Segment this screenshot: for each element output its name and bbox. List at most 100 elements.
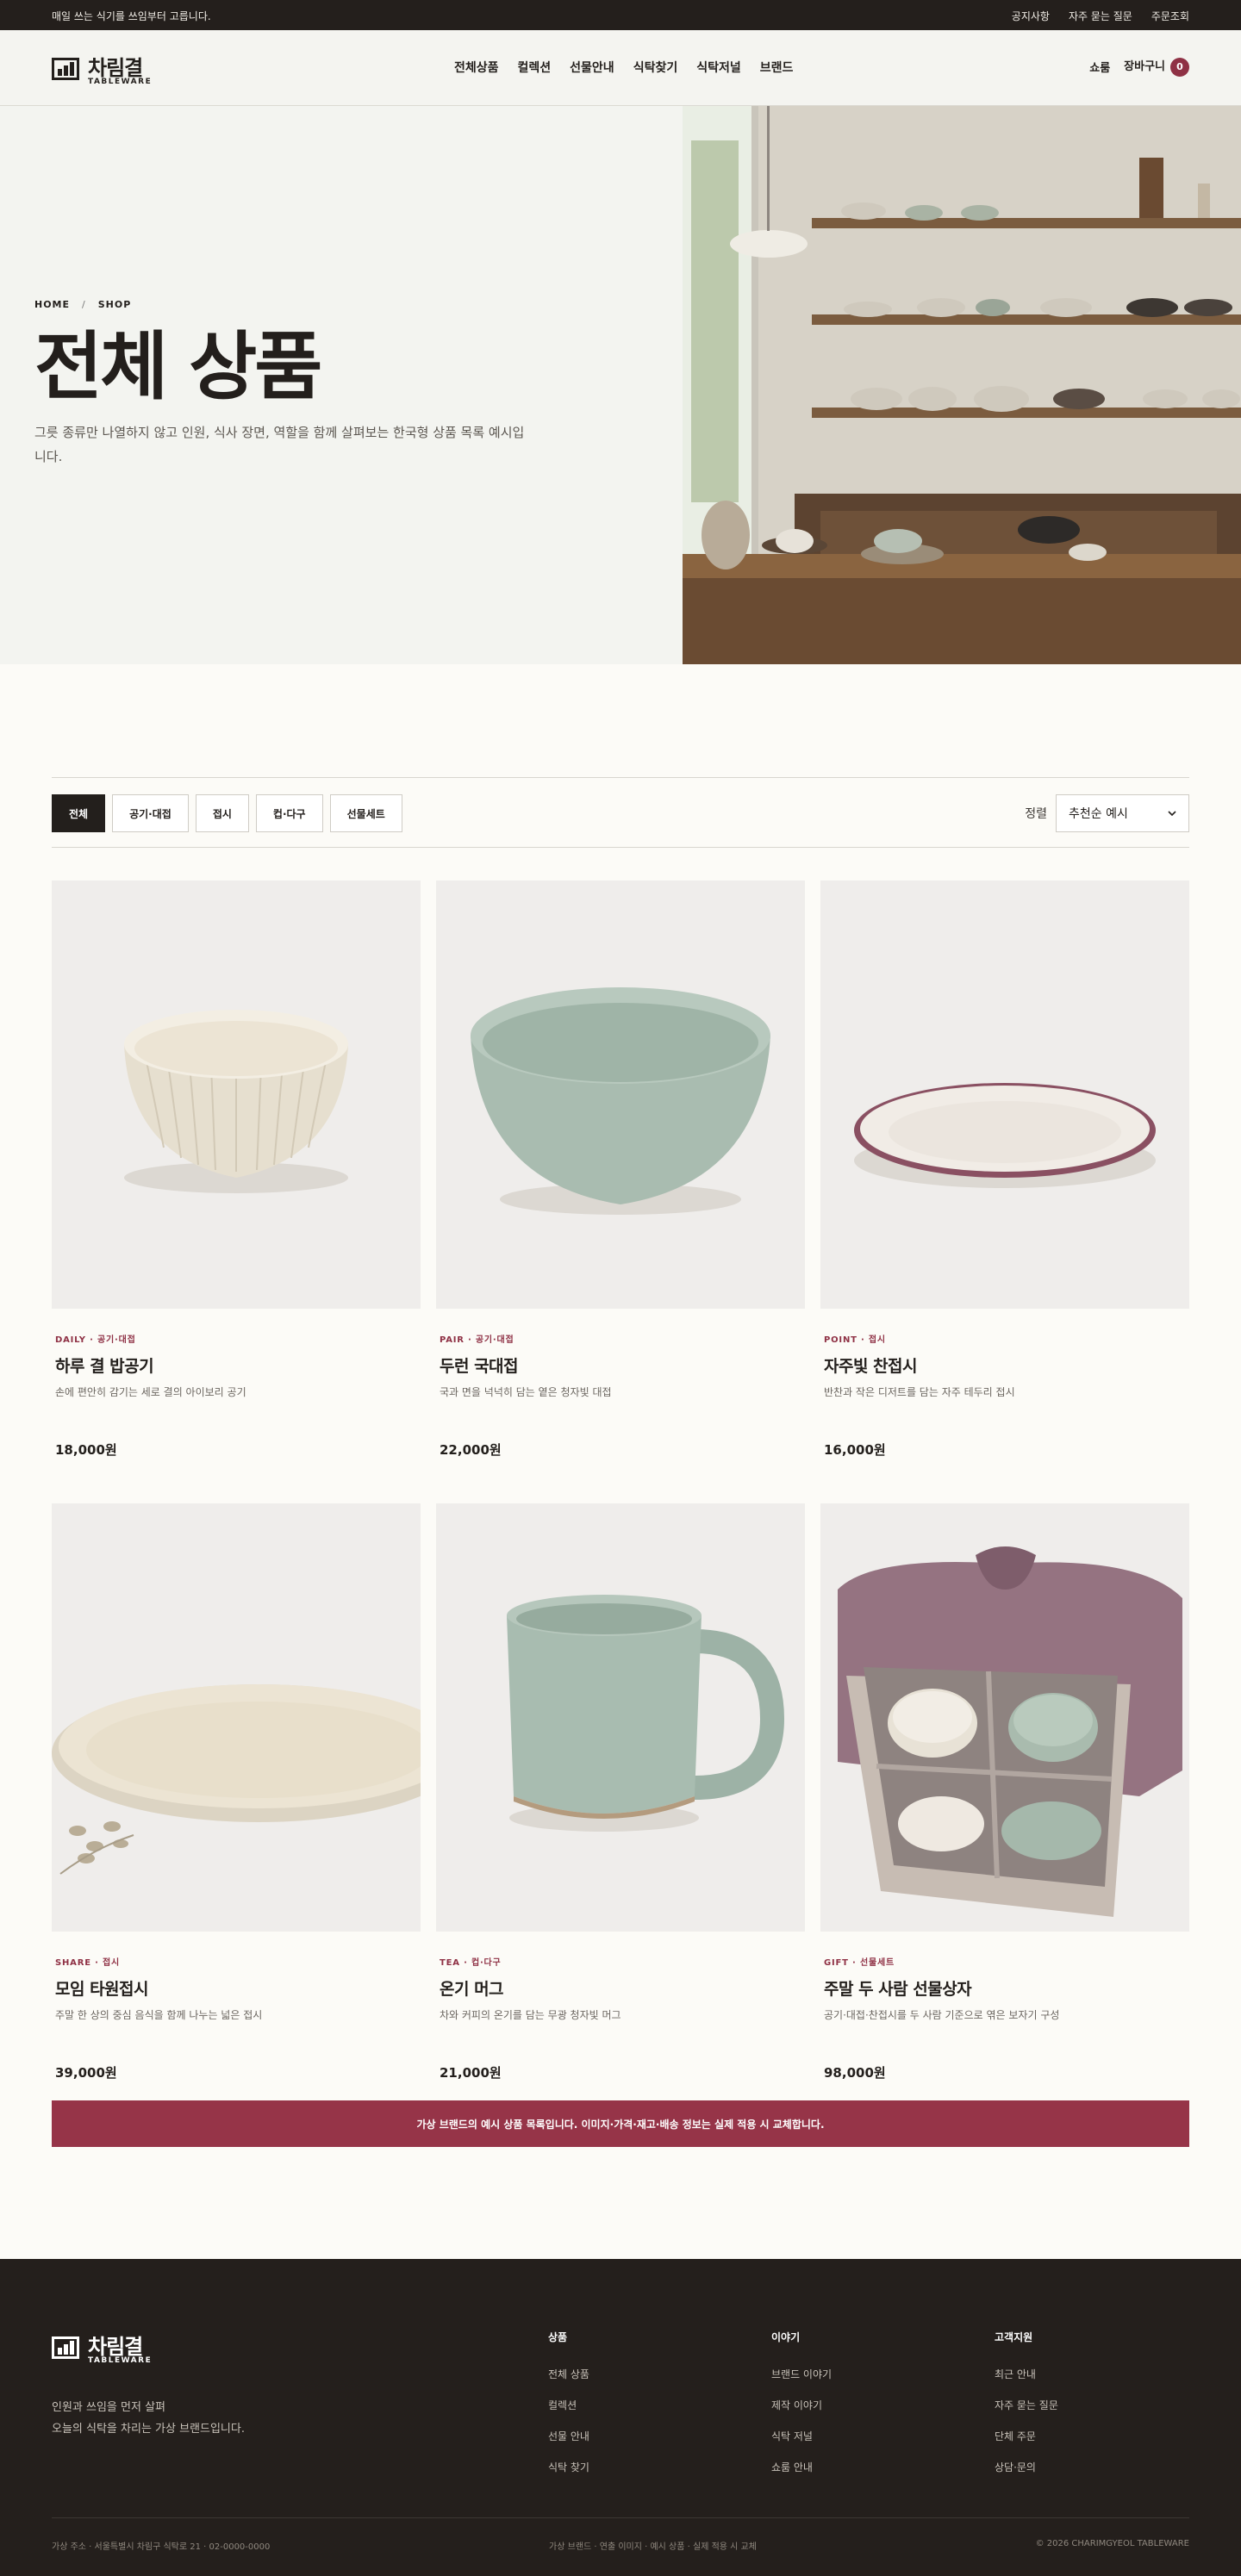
footer-link[interactable]: 상담·문의	[995, 2460, 1058, 2474]
product-description: 차와 커피의 온기를 담는 무광 청자빛 머그	[440, 2009, 621, 2021]
chip-bowls[interactable]: 공기·대접	[112, 794, 189, 832]
breadcrumb-separator: /	[82, 299, 86, 310]
brand-logo[interactable]: 차림결 TABLEWARE	[52, 51, 155, 90]
product-category: SHARE · 접시	[55, 1958, 121, 1968]
product-category: POINT · 접시	[824, 1335, 886, 1345]
product-category: TEA · 컵·다구	[440, 1958, 502, 1968]
footer-link[interactable]: 제작 이야기	[771, 2398, 832, 2412]
product-card[interactable]: GIFT · 선물세트 주말 두 사람 선물상자 공기·대접·찬접시를 두 사람…	[820, 1503, 1189, 2089]
chip-plates[interactable]: 접시	[195, 794, 249, 832]
footer-link[interactable]: 선물 안내	[548, 2429, 589, 2443]
hero-dining-room-image	[683, 106, 1241, 664]
sort-label: 정렬	[1025, 807, 1047, 821]
notice-link[interactable]: 공지사항	[1012, 9, 1050, 23]
logo-mark-icon	[52, 2336, 79, 2359]
footer-bottom: 가상 주소 · 서울특별시 차림구 식탁로 21 · 02-0000-0000 …	[52, 2517, 1189, 2552]
cart-button[interactable]: 장바구니 0	[1124, 57, 1189, 77]
product-name: 모임 타원접시	[55, 1980, 149, 1999]
product-name: 주말 두 사람 선물상자	[824, 1980, 972, 1999]
brand-sub: TABLEWARE	[88, 78, 153, 86]
sample-notice-banner: 가상 브랜드의 예시 상품 목록입니다. 이미지·가격·재고·배송 정보는 실제…	[52, 2100, 1189, 2147]
product-price: 22,000원	[440, 1442, 502, 1458]
footer-copyright: © 2026 CHARIMGYEOL TABLEWARE	[1035, 2539, 1189, 2548]
cart-label: 장바구니	[1124, 60, 1165, 73]
footer-link[interactable]: 식탁 찾기	[548, 2460, 589, 2474]
main-nav: 전체상품 컬렉션 선물안내 식탁찾기 식탁저널 브랜드	[454, 59, 812, 76]
chip-cups[interactable]: 컵·다구	[255, 794, 323, 832]
footer-column-title: 고객지원	[995, 2331, 1033, 2343]
nav-item-journal[interactable]: 식탁저널	[696, 59, 741, 76]
footer-brand-sub: TABLEWARE	[88, 2356, 153, 2365]
top-announcement-bar: 매일 쓰는 식기를 쓰임부터 고릅니다. 공지사항 자주 묻는 질문 주문조회	[0, 0, 1241, 30]
footer-link[interactable]: 식탁 저널	[771, 2429, 832, 2443]
chip-gift-sets[interactable]: 선물세트	[329, 794, 402, 832]
footer-column-title: 이야기	[771, 2331, 801, 2343]
footer-column-support: 고객지원 최근 안내 자주 묻는 질문 단체 주문 상담·문의	[995, 2330, 1058, 2491]
product-name: 온기 머그	[440, 1980, 504, 1999]
page-description: 그릇 종류만 나열하지 않고 인원, 식사 장면, 역할을 함께 살펴보는 한국…	[34, 425, 525, 464]
footer-link[interactable]: 최근 안내	[995, 2367, 1058, 2381]
footer-about-line: 오늘의 식탁을 차리는 가상 브랜드입니다.	[52, 2423, 245, 2436]
brand-name: 차림결	[88, 56, 143, 80]
product-name: 자주빛 찬접시	[824, 1357, 918, 1376]
header-actions: 쇼룸 장바구니 0	[1089, 57, 1189, 77]
product-price: 21,000원	[440, 2065, 502, 2081]
product-price: 18,000원	[55, 1442, 117, 1458]
hero-section: HOME / SHOP 전체 상품 그릇 종류만 나열하지 않고 인원, 식사 …	[0, 106, 1241, 664]
breadcrumb-shop[interactable]: SHOP	[98, 299, 132, 310]
footer-link[interactable]: 전체 상품	[548, 2367, 589, 2381]
footer-link[interactable]: 쇼룸 안내	[771, 2460, 832, 2474]
site-header: 차림결 TABLEWARE 전체상품 컬렉션 선물안내 식탁찾기 식탁저널 브랜…	[0, 30, 1241, 106]
hero-text: HOME / SHOP 전체 상품 그릇 종류만 나열하지 않고 인원, 식사 …	[34, 299, 552, 469]
footer-about: 인원과 쓰임을 먼저 살펴 오늘의 식탁을 차리는 가상 브랜드입니다.	[52, 2397, 245, 2440]
nav-item-brand[interactable]: 브랜드	[760, 59, 794, 76]
product-description: 손에 편안히 감기는 세로 결의 아이보리 공기	[55, 1386, 246, 1398]
product-category: GIFT · 선물세트	[824, 1958, 895, 1968]
footer-link[interactable]: 단체 주문	[995, 2429, 1058, 2443]
faq-link[interactable]: 자주 묻는 질문	[1069, 9, 1132, 23]
site-footer: 차림결 TABLEWARE 인원과 쓰임을 먼저 살펴 오늘의 식탁을 차리는 …	[0, 2259, 1241, 2576]
product-image	[52, 880, 421, 1309]
product-card[interactable]: PAIR · 공기·대접 두런 국대접 국과 면을 넉넉히 담는 옅은 청자빛 …	[436, 880, 805, 1466]
product-image	[436, 1503, 805, 1932]
product-description: 반찬과 작은 디저트를 담는 자주 테두리 접시	[824, 1386, 1015, 1398]
product-card[interactable]: POINT · 접시 자주빛 찬접시 반찬과 작은 디저트를 담는 자주 테두리…	[820, 880, 1189, 1466]
footer-logo[interactable]: 차림결 TABLEWARE	[52, 2330, 164, 2369]
product-card[interactable]: DAILY · 공기·대접 하루 결 밥공기 손에 편안히 감기는 세로 결의 …	[52, 880, 421, 1466]
showroom-link[interactable]: 쇼룸	[1089, 59, 1110, 75]
footer-column-title: 상품	[548, 2331, 568, 2343]
nav-item-collection[interactable]: 컬렉션	[518, 59, 552, 76]
product-price: 16,000원	[824, 1442, 886, 1458]
breadcrumb-home[interactable]: HOME	[34, 299, 70, 310]
product-image	[820, 1503, 1189, 1932]
product-image	[436, 880, 805, 1309]
footer-brand-name: 차림결	[88, 2335, 143, 2359]
category-chips: 전체 공기·대접 접시 컵·다구 선물세트	[52, 794, 402, 832]
product-description: 주말 한 상의 중심 음식을 함께 나누는 넓은 접시	[55, 2009, 263, 2021]
nav-item-table-finder[interactable]: 식탁찾기	[633, 59, 678, 76]
footer-link[interactable]: 자주 묻는 질문	[995, 2398, 1058, 2412]
product-price: 39,000원	[55, 2065, 117, 2081]
product-category: PAIR · 공기·대접	[440, 1335, 514, 1345]
footer-link[interactable]: 컬렉션	[548, 2398, 589, 2412]
footer-column-products: 상품 전체 상품 컬렉션 선물 안내 식탁 찾기	[548, 2330, 589, 2491]
nav-item-all-products[interactable]: 전체상품	[454, 59, 499, 76]
product-image	[52, 1503, 421, 1932]
footer-address: 가상 주소 · 서울특별시 차림구 식탁로 21 · 02-0000-0000	[52, 2542, 271, 2552]
cart-count-badge: 0	[1170, 57, 1189, 77]
footer-about-line: 인원과 쓰임을 먼저 살펴	[52, 2401, 165, 2414]
product-category: DAILY · 공기·대접	[55, 1335, 136, 1345]
product-name: 하루 결 밥공기	[55, 1357, 154, 1376]
chip-all[interactable]: 전체	[52, 794, 106, 832]
sort-value: 추천순 예시	[1069, 807, 1128, 821]
product-card[interactable]: SHARE · 접시 모임 타원접시 주말 한 상의 중심 음식을 함께 나누는…	[52, 1503, 421, 2089]
product-card[interactable]: TEA · 컵·다구 온기 머그 차와 커피의 온기를 담는 무광 청자빛 머그…	[436, 1503, 805, 2089]
nav-item-gift-guide[interactable]: 선물안내	[570, 59, 614, 76]
sort-select[interactable]: 추천순 예시	[1056, 794, 1189, 832]
order-lookup-link[interactable]: 주문조회	[1151, 9, 1189, 23]
logo-mark-icon	[52, 58, 79, 80]
footer-link[interactable]: 브랜드 이야기	[771, 2367, 832, 2381]
product-name: 두런 국대접	[440, 1357, 519, 1376]
product-description: 공기·대접·찬접시를 두 사람 기준으로 엮은 보자기 구성	[824, 2009, 1060, 2021]
announcement-text: 매일 쓰는 식기를 쓰임부터 고릅니다.	[52, 10, 211, 22]
